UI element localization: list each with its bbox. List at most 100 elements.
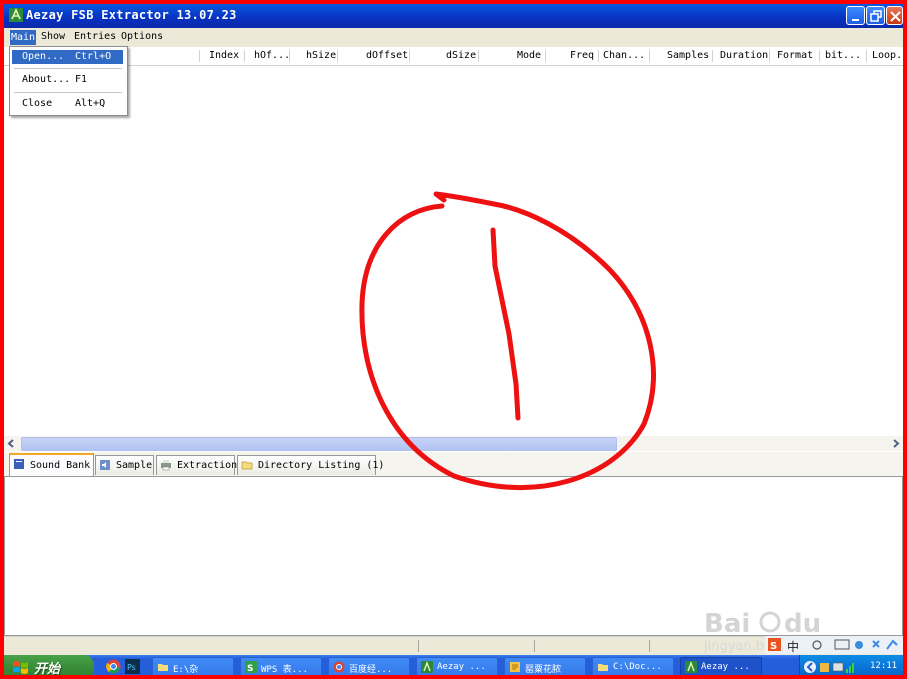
column-header-hoffset[interactable]: hOf... <box>254 50 290 61</box>
status-divider <box>649 640 650 652</box>
scroll-right-button[interactable] <box>888 436 903 451</box>
app-icon <box>685 661 697 673</box>
status-divider <box>418 640 419 652</box>
taskbar-item-aezay-1[interactable]: Aezay ... <box>416 657 498 675</box>
close-button[interactable] <box>886 6 903 25</box>
column-separator[interactable] <box>199 50 200 62</box>
app-icon <box>421 661 433 673</box>
column-separator[interactable] <box>244 50 245 62</box>
tab-label: Sample <box>116 460 153 471</box>
column-header-doffset[interactable]: dOffset <box>366 50 408 61</box>
column-header-duration[interactable]: Duration <box>720 50 768 61</box>
column-header-channels[interactable]: Chan... <box>603 50 645 61</box>
horizontal-scrollbar[interactable] <box>4 436 903 451</box>
menu-item-open[interactable]: Open... Ctrl+O <box>12 50 123 64</box>
column-header-hsize[interactable]: hSize <box>306 50 336 61</box>
task-label: Aezay ... <box>437 662 486 672</box>
column-separator[interactable] <box>598 50 599 62</box>
column-header-bits[interactable]: bit... <box>825 50 861 61</box>
speaker-icon <box>100 460 110 470</box>
column-header-format[interactable]: Format <box>777 50 813 61</box>
start-label: 开始 <box>34 662 61 677</box>
column-separator[interactable] <box>478 50 479 62</box>
folder-icon <box>158 664 168 671</box>
menu-item-shortcut: Alt+Q <box>75 98 106 109</box>
menu-entries[interactable]: Entries <box>74 31 116 42</box>
tray-icons[interactable] <box>804 660 866 674</box>
scroll-left-button[interactable] <box>4 436 19 451</box>
column-header-index[interactable]: Index <box>209 50 239 61</box>
column-separator[interactable] <box>289 50 290 62</box>
app-icon <box>9 8 23 22</box>
minimize-icon <box>852 19 859 21</box>
task-label: 百度经... <box>349 665 393 675</box>
taskbar-item-explorer-e[interactable]: E:\杂 <box>152 657 234 675</box>
main-menu-dropdown: Open... Ctrl+O About... F1 Close Alt+Q <box>9 46 128 116</box>
taskbar-item-notes[interactable]: 罂粟花脓 <box>504 657 586 675</box>
title-bar[interactable]: Aezay FSB Extractor 13.07.23 <box>4 4 903 28</box>
column-separator[interactable] <box>819 50 820 62</box>
svg-text:S: S <box>247 664 253 673</box>
clock[interactable]: 12:11 <box>870 661 897 671</box>
ime-toolbar-icons: S <box>768 638 898 652</box>
menu-item-label: About... <box>22 74 71 85</box>
close-icon <box>890 11 901 22</box>
column-header-loop[interactable]: Loop... <box>872 50 903 61</box>
task-label: 罂粟花脓 <box>525 665 562 675</box>
tab-directory-listing[interactable]: Directory Listing (1) <box>237 455 384 475</box>
tab-sample[interactable]: Sample <box>95 455 154 475</box>
column-separator[interactable] <box>769 50 770 62</box>
menu-item-label: Open... <box>22 51 65 62</box>
taskbar-item-browser[interactable]: 百度经... <box>328 657 410 675</box>
column-separator[interactable] <box>409 50 410 62</box>
column-separator[interactable] <box>337 50 338 62</box>
menu-item-close[interactable]: Close Alt+Q <box>12 97 123 111</box>
column-separator[interactable] <box>545 50 546 62</box>
column-separator[interactable] <box>649 50 650 62</box>
menu-item-label: Close <box>22 98 53 109</box>
task-label: Aezay ... <box>701 662 750 672</box>
chevron-right-icon <box>893 439 900 448</box>
entries-list-body[interactable] <box>4 66 903 436</box>
menu-bar: Main Show Entries Options <box>4 28 903 47</box>
task-label: E:\杂 <box>173 665 199 675</box>
tab-label: Extraction <box>177 460 238 471</box>
ime-toolbar[interactable]: S 中 <box>765 636 903 654</box>
column-separator[interactable] <box>712 50 713 62</box>
column-separator[interactable] <box>866 50 867 62</box>
wps-icon: S <box>245 661 257 673</box>
menu-separator <box>14 92 122 93</box>
windows-logo-icon <box>13 661 28 674</box>
chrome-icon <box>333 661 345 673</box>
column-header-freq[interactable]: Freq <box>570 50 594 61</box>
menu-main[interactable]: Main <box>10 30 37 45</box>
task-label: WPS 表... <box>261 665 308 675</box>
start-button[interactable]: 开始 <box>4 655 94 677</box>
task-label: C:\Doc... <box>613 662 662 672</box>
menu-options[interactable]: Options <box>121 31 163 42</box>
column-header-samples[interactable]: Samples <box>667 50 709 61</box>
menu-item-shortcut: Ctrl+O <box>75 51 112 62</box>
status-divider <box>534 640 535 652</box>
svg-text:du: du <box>784 609 821 639</box>
chrome-icon[interactable] <box>106 659 121 674</box>
column-header-mode[interactable]: Mode <box>517 50 541 61</box>
taskbar-item-explorer-c[interactable]: C:\Doc... <box>592 657 674 675</box>
column-header-dsize[interactable]: dSize <box>446 50 476 61</box>
scrollbar-thumb[interactable] <box>21 437 617 451</box>
tab-sound-bank[interactable]: Sound Bank <box>9 453 94 476</box>
menu-show[interactable]: Show <box>41 31 65 42</box>
taskbar: 开始 Ps E:\杂 S WPS 表... 百度经... Aezay ... 罂… <box>4 655 903 677</box>
menu-item-about[interactable]: About... F1 <box>12 73 123 87</box>
tab-extraction[interactable]: Extraction <box>156 455 238 475</box>
screenshot-frame: Aezay FSB Extractor 13.07.23 Main Show E… <box>0 0 907 679</box>
taskbar-item-wps[interactable]: S WPS 表... <box>240 657 322 675</box>
taskbar-item-aezay-active[interactable]: Aezay ... <box>680 657 762 675</box>
chevron-left-icon <box>7 439 14 448</box>
svg-text:S: S <box>770 641 777 652</box>
minimize-button[interactable] <box>846 6 865 25</box>
photoshop-icon[interactable]: Ps <box>125 659 140 674</box>
restore-button[interactable] <box>866 6 885 25</box>
entries-list-header: Index hOf... hSize dOffset dSize Mode Fr… <box>4 47 903 66</box>
tab-label: Sound Bank <box>30 460 91 471</box>
